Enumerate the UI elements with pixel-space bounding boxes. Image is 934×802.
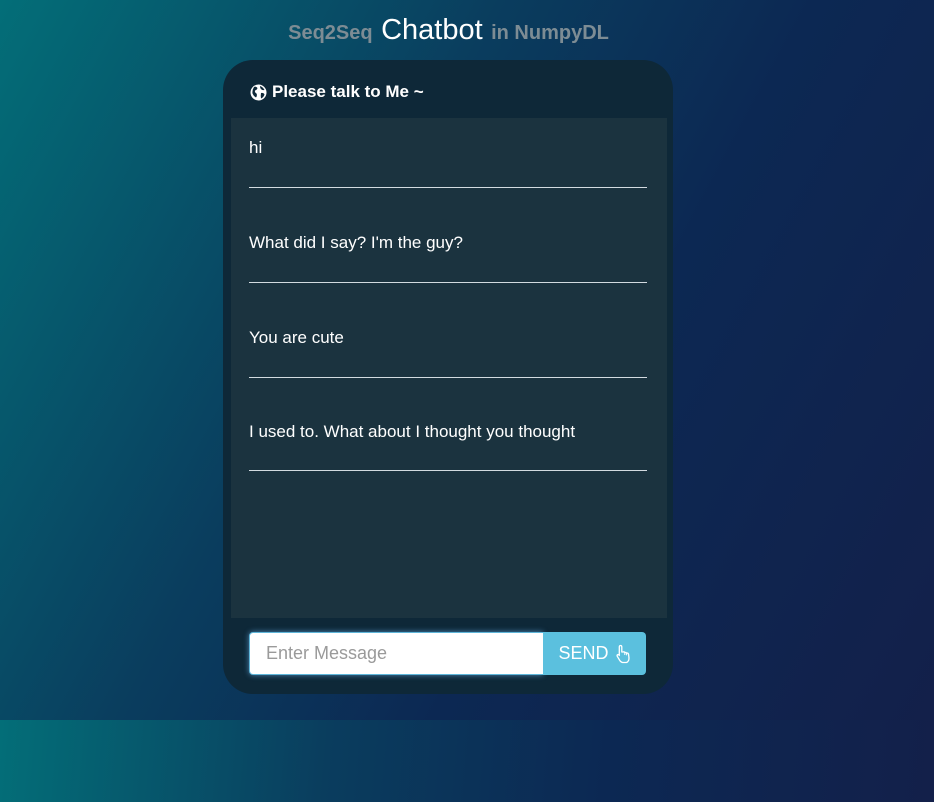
page-footer-background bbox=[0, 720, 934, 802]
page-title: Seq2Seq Chatbot in NumpyDL bbox=[0, 14, 897, 47]
globe-icon bbox=[250, 84, 267, 101]
message-composer: SEND bbox=[249, 632, 646, 675]
title-main: Chatbot bbox=[381, 14, 483, 46]
title-prefix: Seq2Seq bbox=[288, 22, 373, 44]
send-button-label: SEND bbox=[558, 643, 609, 663]
message-text: What did I say? I'm the guy? bbox=[249, 233, 463, 252]
message-text: I used to. What about I thought you thou… bbox=[249, 422, 576, 441]
hand-pointer-icon bbox=[615, 644, 631, 664]
chat-panel-header: Please talk to Me ~ bbox=[250, 82, 424, 102]
message-input[interactable] bbox=[249, 632, 543, 675]
chat-panel: Please talk to Me ~ hi What did I say? I… bbox=[223, 60, 673, 694]
send-button[interactable]: SEND bbox=[543, 632, 646, 675]
message-text: hi bbox=[249, 138, 263, 157]
message-list[interactable]: hi What did I say? I'm the guy? You are … bbox=[231, 118, 667, 618]
message-item: I used to. What about I thought you thou… bbox=[249, 422, 647, 471]
message-text: You are cute bbox=[249, 328, 344, 347]
message-item: hi bbox=[249, 138, 647, 188]
chat-panel-title: Please talk to Me ~ bbox=[272, 82, 424, 101]
message-item: You are cute bbox=[249, 328, 647, 378]
message-item: What did I say? I'm the guy? bbox=[249, 233, 647, 283]
title-suffix: in NumpyDL bbox=[491, 22, 609, 44]
